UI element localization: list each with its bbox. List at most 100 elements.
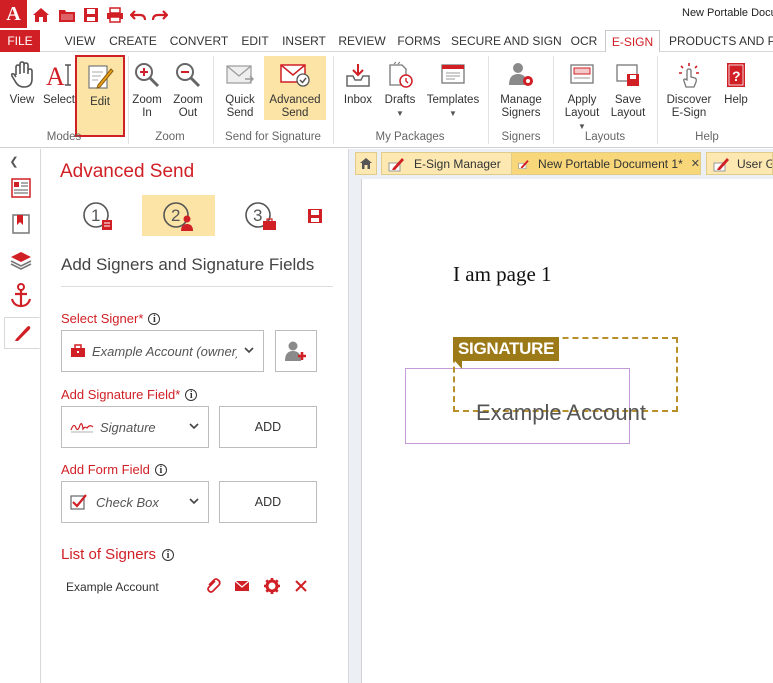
page-text: I am page 1 bbox=[453, 262, 552, 286]
add-user-icon bbox=[285, 341, 306, 361]
zoom-out-label-1: Zoom bbox=[173, 94, 203, 106]
tab-edit[interactable]: EDIT bbox=[238, 30, 272, 52]
list-of-signers-label: List of Signers bbox=[61, 546, 157, 563]
tab-view[interactable]: VIEW bbox=[60, 30, 100, 52]
tab-user-guide[interactable]: User Gu bbox=[706, 152, 773, 175]
tab-esign[interactable]: E-SIGN bbox=[605, 30, 660, 53]
help-book-icon: ? bbox=[718, 56, 754, 94]
add-signer-button[interactable] bbox=[275, 330, 317, 372]
anchor-panel-icon[interactable] bbox=[8, 283, 34, 309]
tab-esign-manager-label: E-Sign Manager bbox=[414, 156, 501, 171]
manage-signers-label-1: Manage bbox=[500, 94, 542, 106]
home-icon bbox=[360, 158, 372, 169]
esign-panel-tab-icon[interactable] bbox=[4, 317, 40, 349]
tab-new-portable-document[interactable]: New Portable Document 1* ✕ bbox=[511, 152, 701, 175]
save-icon[interactable] bbox=[81, 5, 101, 25]
group-label-signers: Signers bbox=[501, 131, 541, 143]
tab-products-and-pricing[interactable]: PRODUCTS AND PR bbox=[664, 30, 773, 52]
info-icon[interactable]: i bbox=[185, 389, 198, 401]
help-label: Help bbox=[724, 94, 748, 106]
pages-panel-icon[interactable] bbox=[8, 175, 34, 201]
select-text-icon: A bbox=[42, 56, 76, 94]
zoom-in-icon bbox=[130, 56, 164, 94]
manage-signers-button[interactable]: Manage Signers bbox=[494, 56, 548, 120]
drafts-button[interactable]: Drafts ▼ bbox=[380, 56, 420, 120]
tab-ocr[interactable]: OCR bbox=[566, 30, 602, 52]
inbox-tray-icon bbox=[338, 56, 378, 94]
view-mode-button[interactable]: View bbox=[4, 56, 40, 120]
esign-pen-icon bbox=[518, 159, 529, 169]
undo-icon[interactable] bbox=[128, 5, 148, 25]
save-layout-label-1: Save bbox=[614, 94, 642, 106]
advanced-send-button[interactable]: Advanced Send bbox=[264, 56, 326, 120]
remove-signer-icon[interactable] bbox=[292, 577, 310, 595]
tab-user-guide-label: User Gu bbox=[737, 156, 772, 171]
help-button[interactable]: ? Help bbox=[718, 56, 754, 120]
inbox-button[interactable]: Inbox bbox=[338, 56, 378, 120]
title-bar: A New Portable Docu bbox=[0, 0, 773, 30]
form-field-type-dropdown[interactable]: Check Box bbox=[61, 481, 209, 523]
tab-file[interactable]: FILE bbox=[0, 30, 40, 52]
svg-text:?: ? bbox=[732, 68, 741, 84]
info-icon[interactable]: i bbox=[154, 464, 167, 476]
step-1-button[interactable]: 1 bbox=[79, 195, 117, 236]
tab-create[interactable]: CREATE bbox=[108, 30, 158, 52]
group-label-my-packages: My Packages bbox=[375, 131, 445, 143]
step-3-number: 3 bbox=[253, 206, 262, 225]
quick-send-label-1: Quick bbox=[225, 94, 255, 106]
home-icon[interactable] bbox=[31, 5, 51, 25]
drafts-dropdown-icon[interactable]: ▼ bbox=[380, 107, 420, 120]
app-logo-icon[interactable]: A bbox=[0, 0, 27, 28]
discover-esign-button[interactable]: Discover E-Sign bbox=[664, 56, 714, 120]
signature-field-type-value: Signature bbox=[100, 419, 156, 435]
quick-send-button[interactable]: Quick Send bbox=[218, 56, 262, 120]
document-page[interactable]: I am page 1 SIGNATURE Example Account bbox=[361, 179, 773, 683]
templates-dropdown-icon[interactable]: ▼ bbox=[424, 107, 482, 120]
open-folder-icon[interactable] bbox=[57, 5, 77, 25]
print-icon[interactable] bbox=[105, 5, 125, 25]
zoom-out-button[interactable]: Zoom Out bbox=[170, 56, 206, 120]
ribbon-separator bbox=[553, 56, 554, 144]
hand-icon bbox=[4, 56, 40, 94]
bookmarks-panel-icon[interactable] bbox=[8, 211, 34, 237]
email-icon[interactable] bbox=[233, 577, 251, 595]
quick-send-envelope-icon bbox=[218, 56, 262, 94]
step-2-button[interactable]: 2 bbox=[142, 195, 215, 236]
tab-convert[interactable]: CONVERT bbox=[168, 30, 230, 52]
signature-field-type-dropdown[interactable]: Signature bbox=[61, 406, 209, 448]
info-icon[interactable]: i bbox=[162, 549, 175, 561]
tab-review[interactable]: REVIEW bbox=[336, 30, 388, 52]
select-signer-value: Example Account (owner) bbox=[92, 343, 237, 359]
save-package-icon[interactable] bbox=[303, 195, 327, 236]
menu-bar: FILE VIEW CREATE CONVERT EDIT INSERT REV… bbox=[0, 30, 773, 53]
layers-panel-icon[interactable] bbox=[8, 247, 34, 273]
add-form-field-button[interactable]: ADD bbox=[219, 481, 317, 523]
chevron-down-icon bbox=[188, 420, 200, 435]
add-signature-field-button[interactable]: ADD bbox=[219, 406, 317, 448]
signature-scribble-icon bbox=[70, 423, 94, 433]
select-signer-dropdown[interactable]: Example Account (owner) bbox=[61, 330, 264, 372]
gear-icon[interactable] bbox=[263, 577, 281, 595]
info-icon[interactable]: i bbox=[148, 313, 161, 325]
templates-button[interactable]: Templates ▼ bbox=[424, 56, 482, 120]
edit-mode-button[interactable]: Edit bbox=[75, 55, 125, 137]
tab-new-portable-document-label: New Portable Document 1* bbox=[538, 156, 683, 171]
group-label-zoom: Zoom bbox=[155, 131, 185, 143]
tab-secure-and-sign[interactable]: SECURE AND SIGN bbox=[451, 30, 562, 52]
step-3-button[interactable]: 3 bbox=[241, 195, 281, 236]
attachment-icon[interactable] bbox=[204, 577, 222, 595]
select-mode-button[interactable]: A Select bbox=[42, 56, 76, 120]
ribbon-separator bbox=[488, 56, 489, 144]
view-mode-label: View bbox=[9, 94, 35, 106]
home-tab[interactable] bbox=[355, 152, 377, 175]
zoom-in-button[interactable]: Zoom In bbox=[130, 56, 164, 120]
tab-insert[interactable]: INSERT bbox=[280, 30, 328, 52]
redo-icon[interactable] bbox=[150, 5, 170, 25]
close-tab-icon[interactable]: ✕ bbox=[691, 157, 700, 170]
tab-forms[interactable]: FORMS bbox=[394, 30, 444, 52]
save-layout-button[interactable]: Save Layout bbox=[608, 56, 648, 120]
apply-layout-button[interactable]: Apply Layout ▼ bbox=[560, 56, 604, 131]
manage-signers-icon bbox=[494, 56, 548, 94]
collapse-chevron-icon[interactable]: ❮ bbox=[2, 151, 26, 171]
step-3-icon: 3 bbox=[245, 201, 276, 230]
